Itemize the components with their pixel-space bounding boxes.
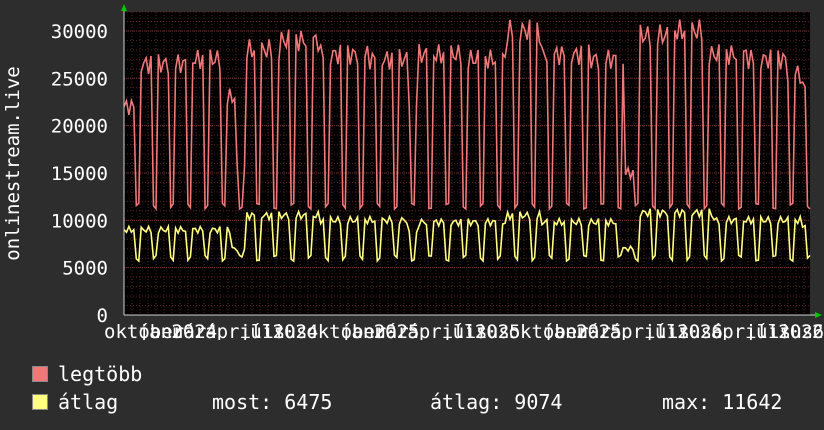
y-tick-label: 30000 bbox=[51, 21, 108, 43]
chart: 050001000015000200002500030000onlinestre… bbox=[2, 4, 824, 340]
y-tick-label: 20000 bbox=[51, 116, 108, 138]
y-axis-arrow bbox=[121, 4, 127, 11]
x-axis-arrow bbox=[815, 312, 822, 318]
stat-max: max: 11642 bbox=[662, 390, 783, 414]
y-tick-label: 15000 bbox=[51, 163, 108, 185]
y-tick-label: 25000 bbox=[51, 68, 108, 90]
legend-label-avg: átlag bbox=[58, 390, 119, 414]
y-tick-label: 10000 bbox=[51, 210, 108, 232]
x-tick-label: 20 bbox=[812, 321, 824, 340]
legend-label-max: legtöbb bbox=[58, 362, 143, 386]
legend-item-avg: átlag most: 6475 átlag: 9074 max: 11642 bbox=[32, 390, 812, 414]
stat-now: most: 6475 bbox=[212, 390, 333, 414]
y-tick-label: 5000 bbox=[62, 258, 108, 280]
legend-swatch-max bbox=[32, 366, 48, 382]
y-axis-label: onlinestream.live bbox=[2, 66, 24, 260]
legend-swatch-avg bbox=[32, 394, 48, 410]
stat-average: átlag: 9074 bbox=[430, 390, 563, 414]
